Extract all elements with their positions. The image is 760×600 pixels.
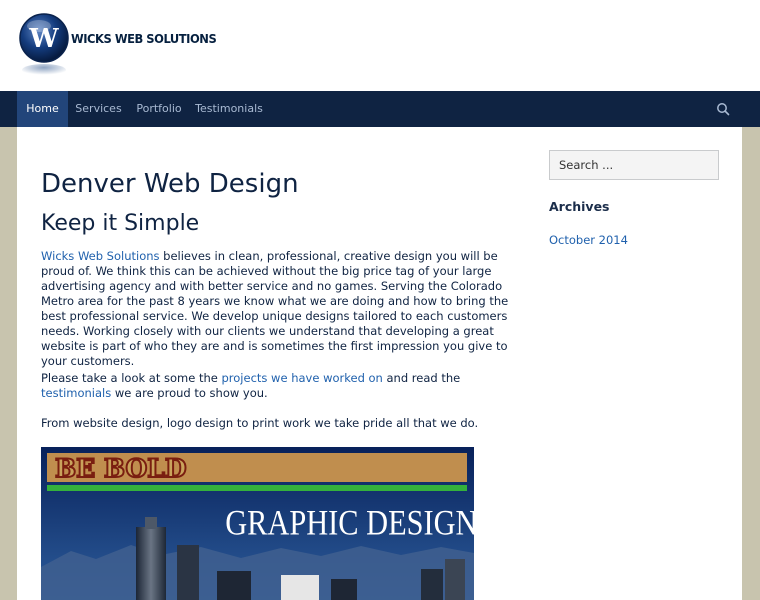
banner-image: BE BOLD GRAPHIC DESIGN <box>41 447 474 600</box>
projects-paragraph: Please take a look at some the projects … <box>41 371 521 401</box>
intro-paragraph: Wicks Web Solutions believes in clean, p… <box>41 249 521 369</box>
main-content: Denver Web Design Keep it Simple Wicks W… <box>17 127 525 600</box>
projects-text-b: and read the <box>382 371 461 385</box>
banner-caption: GRAPHIC DESIGN <box>225 503 474 543</box>
company-link[interactable]: Wicks Web Solutions <box>41 249 160 263</box>
projects-link[interactable]: projects we have worked on <box>222 371 383 385</box>
site-title[interactable]: WICKS WEB SOLUTIONS <box>71 31 217 46</box>
nav-services[interactable]: Services <box>68 91 129 127</box>
closing-paragraph: From website design, logo design to prin… <box>41 416 479 430</box>
nav-portfolio[interactable]: Portfolio <box>129 91 189 127</box>
page-title: Denver Web Design <box>41 169 299 199</box>
main-navigation: Home Services Portfolio Testimonials <box>0 91 760 127</box>
intro-text: believes in clean, professional, creativ… <box>41 249 509 368</box>
logo-icon[interactable]: W <box>17 12 71 78</box>
testimonials-link[interactable]: testimonials <box>41 386 111 400</box>
projects-text-c: we are proud to show you. <box>111 386 268 400</box>
search-input[interactable] <box>549 150 719 180</box>
page-subtitle: Keep it Simple <box>41 211 200 236</box>
logo-letter: W <box>28 24 59 54</box>
sidebar: Archives October 2014 <box>525 127 742 600</box>
archives-heading: Archives <box>549 199 610 214</box>
projects-text-a: Please take a look at some the <box>41 371 222 385</box>
search-icon[interactable] <box>714 100 732 118</box>
site-header: W WICKS WEB SOLUTIONS <box>0 0 760 91</box>
archive-link-october-2014[interactable]: October 2014 <box>549 233 628 247</box>
nav-home[interactable]: Home <box>17 91 68 127</box>
banner-headline: BE BOLD <box>55 454 187 483</box>
nav-testimonials[interactable]: Testimonials <box>189 91 269 127</box>
